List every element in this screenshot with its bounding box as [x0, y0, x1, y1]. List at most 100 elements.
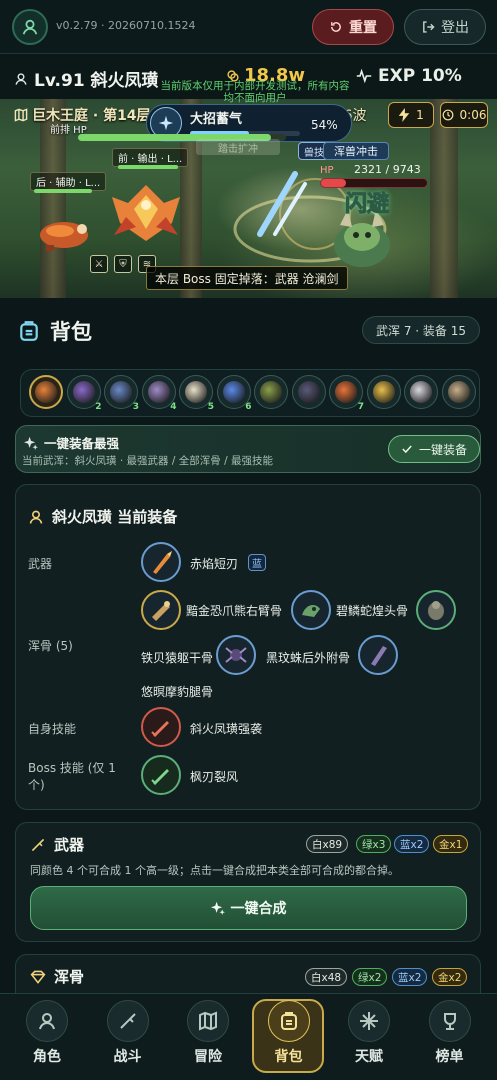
slot-count: 7: [357, 402, 364, 412]
purple-blade-icon: [147, 381, 170, 403]
level-name-text: Lv.91 斜火凤璜: [34, 71, 159, 91]
inventory-slot[interactable]: [441, 375, 476, 409]
backpack-title-text: 背包: [50, 320, 92, 344]
logout-button[interactable]: 登出: [404, 9, 486, 45]
inventory-slot[interactable]: 3: [104, 375, 139, 412]
sparkle-icon: [24, 436, 38, 450]
weapon-slot[interactable]: [141, 542, 181, 582]
timer-button[interactable]: 0:06: [440, 102, 488, 128]
bone-name-4: 黑玟蛛后外附骨: [266, 651, 351, 665]
trophy-icon: [428, 1000, 471, 1042]
slot-count: 4: [170, 402, 177, 412]
bag-icon: [20, 321, 38, 341]
bone-card-title: 浑骨: [30, 966, 84, 987]
reset-button[interactable]: 重置: [312, 9, 394, 45]
lightning-icon: [398, 108, 410, 122]
inventory-slot[interactable]: [29, 375, 63, 409]
slot-count: 3: [132, 402, 139, 412]
nav-label: 角色: [33, 1049, 61, 1065]
weapon-row-label: 武器: [28, 557, 53, 571]
inventory-slot[interactable]: [366, 375, 401, 409]
inventory-slot[interactable]: 2: [66, 375, 102, 412]
sword-icon: [106, 1000, 149, 1042]
slot-count: 6: [245, 402, 252, 412]
enemy-skill-name: 浑兽冲击: [323, 142, 389, 160]
nav-item-1[interactable]: 战斗: [93, 1000, 163, 1074]
slot-count: 2: [95, 402, 102, 412]
equip-all-label: 一键装备: [418, 442, 467, 457]
nav-label: 战斗: [113, 1049, 142, 1065]
backpack-title: 背包: [18, 316, 92, 346]
inventory-slot[interactable]: [254, 375, 288, 409]
white-beast-icon: [410, 381, 432, 403]
merge-weapons-button[interactable]: 一键合成: [30, 886, 467, 930]
current-equip-title: 斜火凤璜 当前装备: [28, 506, 177, 527]
backpack-count: 武浑 7 · 装备 15: [362, 316, 480, 344]
merge-weapons-label: 一键合成: [230, 901, 287, 917]
bone-card-title-text: 浑骨: [54, 968, 85, 986]
nav-item-4[interactable]: 天赋: [334, 1000, 404, 1074]
bone-slot-1[interactable]: [141, 590, 181, 630]
inventory-slot[interactable]: 7: [329, 375, 364, 412]
green-shell-icon: [260, 381, 282, 403]
shield-icon[interactable]: ⛨: [114, 255, 132, 273]
inventory-slot[interactable]: 4: [141, 375, 177, 412]
weapon-rarity-badge: 蓝: [248, 554, 266, 571]
enemy-hp-fill: [321, 179, 347, 187]
user-icon: [26, 1000, 68, 1042]
boss-skill-slot[interactable]: [141, 755, 181, 795]
dark-bug-icon: [297, 381, 320, 403]
reset-label: 重置: [349, 20, 377, 36]
profile-avatar-button[interactable]: [12, 9, 48, 45]
inventory-slot[interactable]: [404, 375, 438, 409]
sword-icon[interactable]: ⚔: [90, 255, 108, 273]
phoenix-icon: [35, 381, 57, 403]
nav-item-0[interactable]: 角色: [12, 1000, 82, 1074]
ally-back-hp: [34, 189, 92, 193]
bone-slot-2[interactable]: [291, 590, 331, 630]
ape-torso-icon: [428, 601, 444, 620]
ally-back-sprite: [40, 222, 88, 251]
nav-item-2[interactable]: 冒险: [173, 1000, 243, 1074]
bone-slot-4[interactable]: [216, 635, 256, 675]
reset-icon: [331, 22, 341, 32]
self-skill-slot[interactable]: [141, 707, 181, 747]
weapon-chip-white: 白x89: [306, 835, 349, 853]
red-sword-icon: [151, 721, 169, 737]
nav-item-5[interactable]: 榜单: [415, 1000, 485, 1074]
pulse-icon: [356, 69, 372, 83]
logout-label: 登出: [441, 20, 469, 36]
lightning-button[interactable]: 1: [388, 102, 434, 128]
ally-front-sprite: [112, 185, 180, 241]
claw-bone-icon: [152, 601, 170, 621]
inventory-slot[interactable]: 5: [179, 375, 214, 412]
exp-text: EXP 10%: [378, 66, 462, 86]
purple-beast-icon: [72, 381, 95, 403]
sparkle-icon: [210, 901, 225, 915]
ally-front-hp: [118, 165, 178, 169]
map-icon: [14, 108, 28, 122]
star-burst-icon: [348, 1000, 390, 1042]
bag-icon: [267, 1000, 310, 1042]
tower-icon: [447, 381, 470, 403]
enemy-hp-label: HP: [320, 165, 334, 176]
weapon-merge-desc: 同颜色 4 个可合成 1 个高一级；点击一键合成把本类全部可合成的都合掉。: [30, 864, 399, 877]
bone-slot-3[interactable]: [416, 590, 456, 630]
bone-name-2: 碧鳞蛇煌头骨: [336, 604, 409, 618]
weapon-card-title-text: 武器: [54, 836, 85, 854]
slash-effect: [257, 171, 307, 237]
flame-blade-icon: [153, 551, 172, 574]
equip-all-button[interactable]: 一键装备: [388, 435, 480, 463]
inventory-slot[interactable]: 6: [216, 375, 252, 412]
white-wing-icon: [185, 381, 207, 403]
user-icon: [22, 19, 38, 35]
enemy-hp-value: 2321 / 9743: [354, 163, 421, 176]
bone-slot-5[interactable]: [358, 635, 398, 675]
nav-item-3[interactable]: 背包: [254, 1000, 324, 1074]
inventory-slot[interactable]: [291, 375, 326, 409]
dodge-text: 闪避: [344, 192, 390, 218]
self-skill-label: 自身技能: [28, 722, 77, 736]
equip-best-subtitle: 当前武浑：斜火凤璜 · 最强武器 / 全部浑骨 / 最强技能: [22, 455, 273, 467]
roast-icon: [335, 381, 357, 403]
blue-beast-icon: [110, 381, 132, 403]
